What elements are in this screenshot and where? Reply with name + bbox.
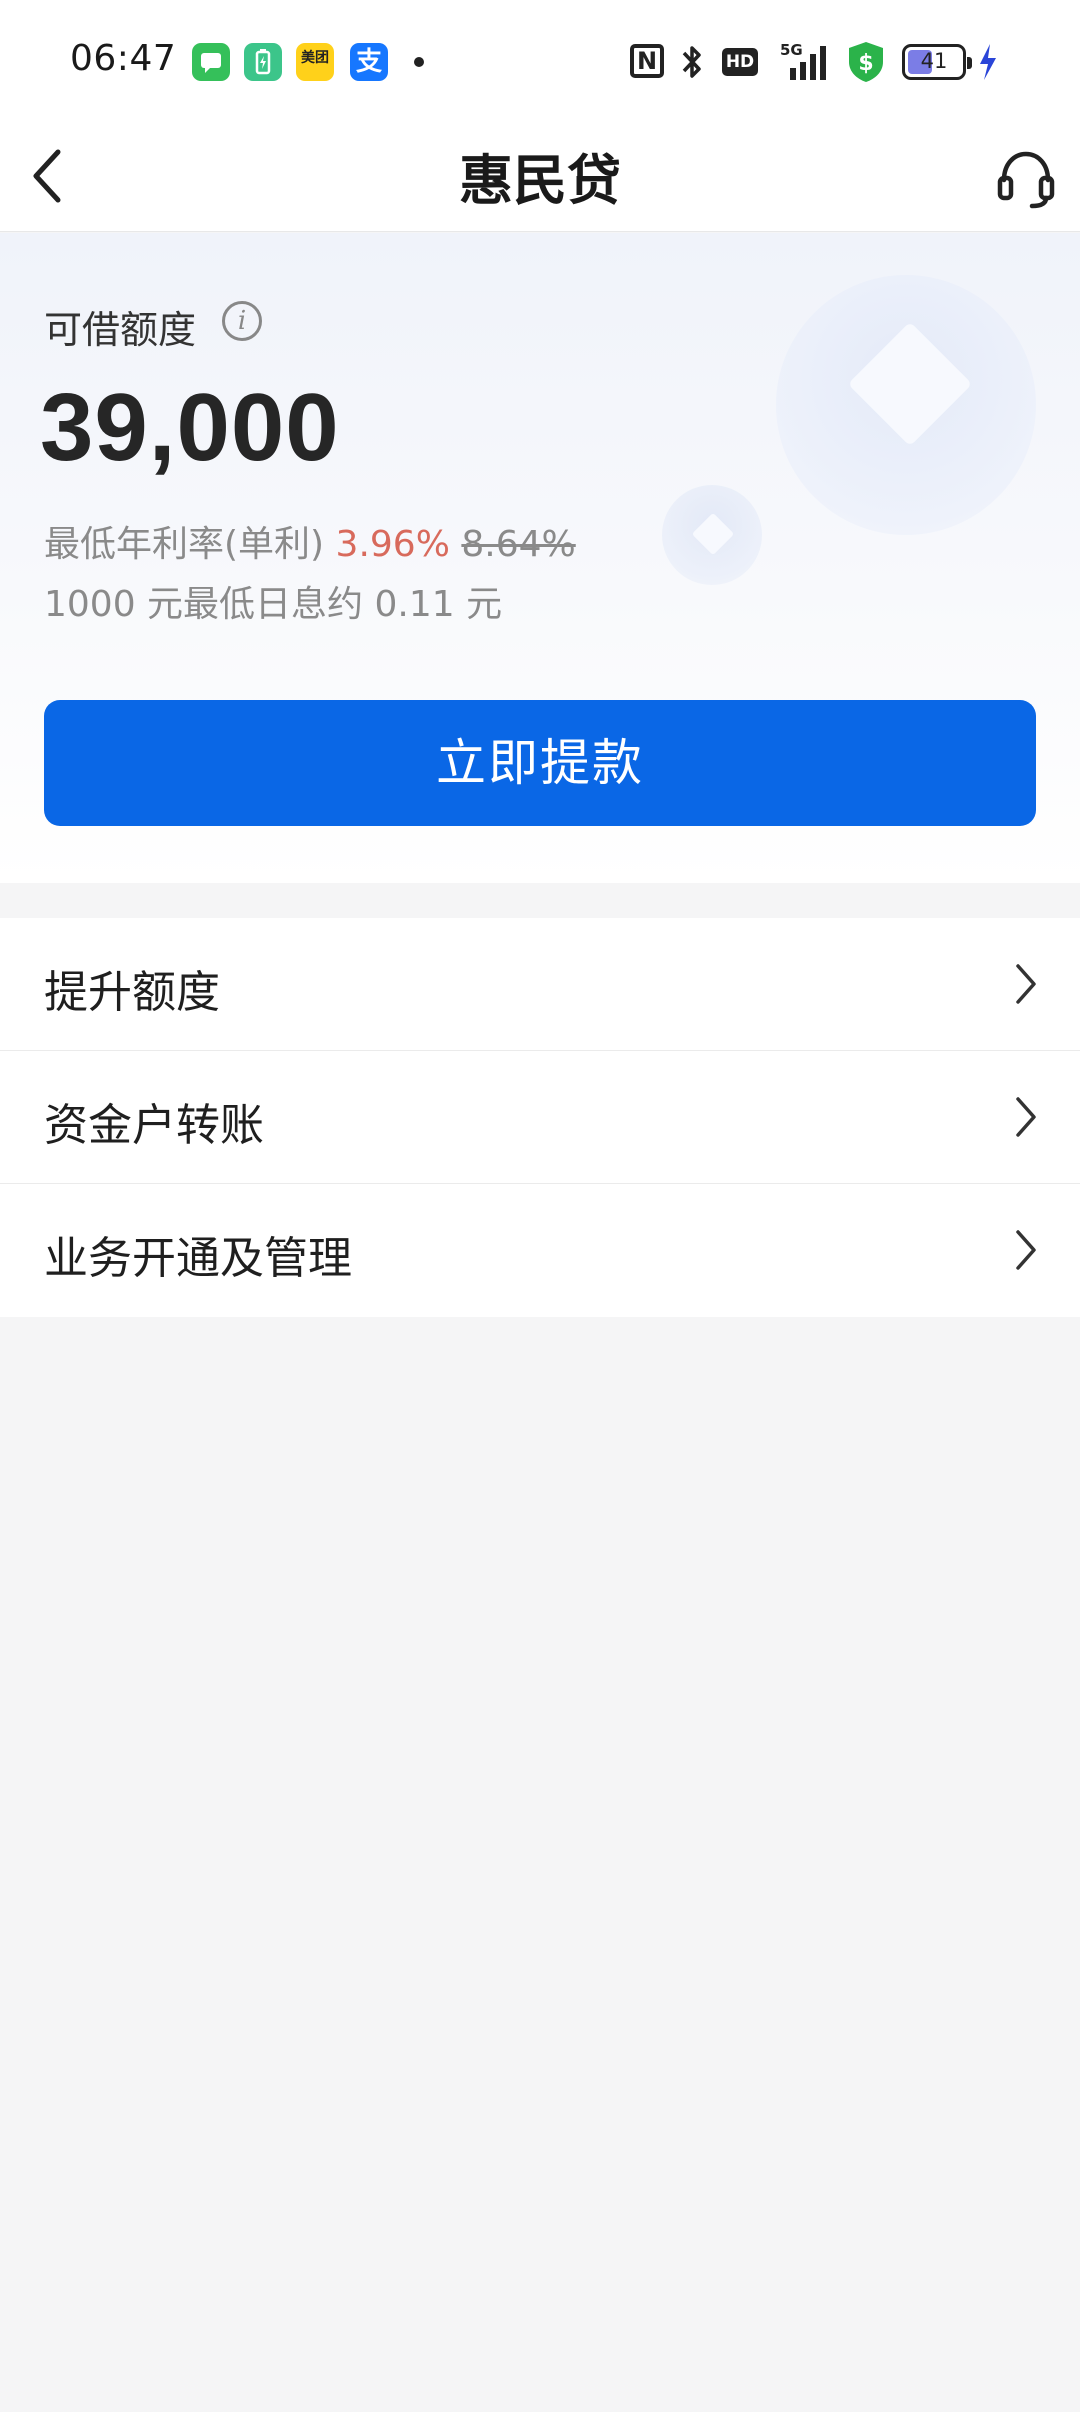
credit-label: 可借额度 (44, 308, 197, 352)
notification-dot-icon (414, 57, 424, 67)
alipay-icon: 支 (350, 43, 388, 81)
menu-item-business-management[interactable]: 业务开通及管理 (0, 1184, 1080, 1317)
meituan-label: 美团 (301, 50, 329, 66)
decorative-small-coin-icon (662, 485, 762, 585)
menu-item-fund-transfer[interactable]: 资金户转账 (0, 1051, 1080, 1184)
bluetooth-icon (678, 40, 706, 84)
nfc-label: N (636, 47, 658, 75)
charging-icon (976, 40, 1000, 84)
battery-manager-icon (244, 43, 282, 81)
customer-service-button[interactable] (994, 140, 1058, 212)
battery-icon: 41 (902, 44, 972, 80)
menu-list: 提升额度 资金户转账 业务开通及管理 (0, 918, 1080, 1317)
decorative-coin-icon (776, 275, 1036, 535)
chevron-right-icon (1016, 964, 1036, 1004)
chevron-right-icon (1016, 1097, 1036, 1137)
credit-amount: 39,000 (40, 374, 340, 481)
credit-card: 可借额度 i 39,000 最低年利率(单利) 3.96% 8.64% 1000… (0, 233, 1080, 883)
chevron-right-icon (1016, 1230, 1036, 1270)
signal-icon: 5G (776, 40, 832, 84)
nfc-icon: N (630, 44, 664, 78)
withdraw-button[interactable]: 立即提款 (44, 700, 1036, 826)
battery-level: 41 (920, 49, 948, 73)
page-title: 惠民贷 (459, 149, 621, 212)
nav-bar: 惠民贷 (0, 120, 1080, 232)
hd-label: HD (725, 52, 755, 72)
security-shield-icon: $ (846, 40, 886, 84)
status-time: 06:47 (70, 38, 177, 79)
info-icon[interactable]: i (222, 301, 262, 341)
svg-text:5G: 5G (780, 41, 803, 59)
menu-item-raise-limit[interactable]: 提升额度 (0, 918, 1080, 1051)
svg-text:$: $ (858, 51, 873, 76)
rate-current: 3.96% (335, 524, 450, 565)
headset-icon (997, 151, 1055, 209)
rate-original: 8.64% (461, 524, 576, 565)
rate-prefix: 最低年利率(单利) (44, 524, 336, 565)
menu-item-label: 提升额度 (44, 967, 220, 1018)
meituan-icon: 美团 (296, 43, 334, 81)
menu-item-label: 业务开通及管理 (44, 1233, 352, 1284)
status-bar: 06:47 美团 支 N HD 5G $ 41 (0, 0, 1080, 120)
messages-icon (192, 43, 230, 81)
menu-item-label: 资金户转账 (44, 1100, 264, 1151)
alipay-label: 支 (355, 47, 382, 77)
daily-interest-text: 1000 元最低日息约 0.11 元 (44, 584, 503, 625)
hd-icon: HD (722, 48, 758, 76)
rate-line: 最低年利率(单利) 3.96% 8.64% (44, 515, 576, 567)
